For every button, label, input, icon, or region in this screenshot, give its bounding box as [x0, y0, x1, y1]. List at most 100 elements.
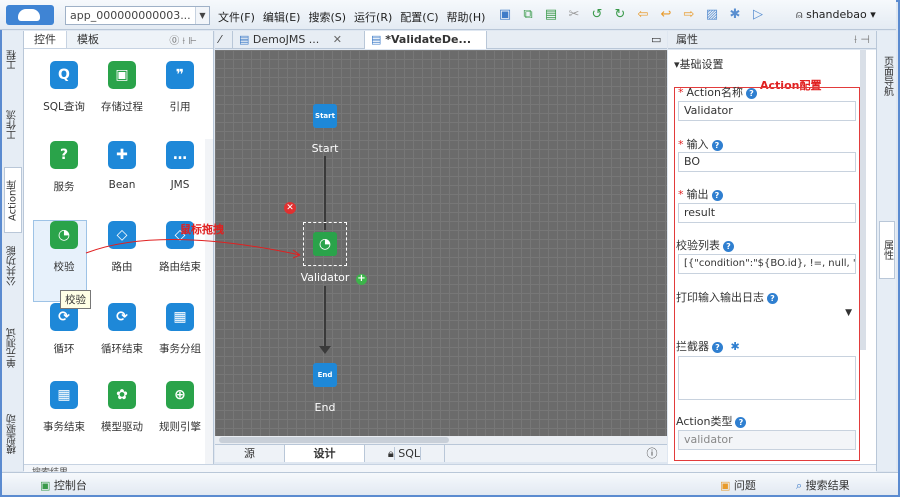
menu-file[interactable]: 文件(F): [218, 9, 255, 25]
help-icon[interactable]: ?: [711, 140, 723, 151]
close-icon[interactable]: ✕: [333, 33, 342, 46]
rtab-properties[interactable]: 属性: [879, 221, 895, 279]
edge-validator-end[interactable]: [324, 286, 326, 352]
help-icon[interactable]: ?: [711, 190, 723, 201]
design-canvas[interactable]: Start Start ◔ Validator End End: [215, 50, 667, 436]
rtab-page-nav[interactable]: 页面导航: [879, 41, 895, 111]
file-icon: ▤: [239, 33, 250, 46]
chevron-down-icon[interactable]: ▼: [195, 7, 209, 24]
save-icon[interactable]: ▣: [497, 7, 513, 23]
tab-scroll-left-icon[interactable]: ⁄: [215, 31, 233, 49]
problems-button[interactable]: ▣ 问题: [720, 477, 756, 493]
palette-item-label: 循环结束: [101, 343, 143, 355]
palette-item[interactable]: Q SQL查询: [34, 61, 94, 141]
interceptor-textarea[interactable]: [678, 356, 856, 400]
palette-item[interactable]: ✿ 模型驱动: [92, 381, 152, 461]
user-menu[interactable]: ⍝ shandebao ▾: [796, 8, 876, 22]
help-icon[interactable]: ?: [723, 241, 734, 252]
app-selector[interactable]: app_000000000003... ▼: [65, 6, 210, 25]
menu-help[interactable]: 帮助(H): [447, 9, 486, 25]
back-icon[interactable]: ⇦: [635, 7, 651, 23]
add-connection-icon[interactable]: +: [356, 274, 367, 285]
tab-validatedemo[interactable]: ▤ *ValidateDe... ✕: [365, 31, 487, 64]
palette-item[interactable]: ▣ 存储过程: [92, 61, 152, 141]
vtab-unit-test[interactable]: 单元测试: [4, 313, 22, 383]
validator-node[interactable]: ◔: [313, 232, 337, 256]
image-icon[interactable]: ▨: [704, 7, 720, 23]
palette-item-icon: ✚: [108, 141, 136, 169]
palette-item[interactable]: ▦ 事务分组: [150, 303, 210, 383]
palette-item[interactable]: ⊕ 规则引擎: [150, 381, 210, 461]
help-icon[interactable]: ⓘ: [637, 445, 667, 462]
paste-icon[interactable]: ▤: [543, 7, 559, 23]
vtab-model-driven[interactable]: 模型驱动: [4, 399, 22, 469]
tab-source[interactable]: 源: [215, 445, 285, 462]
palette-item[interactable]: ✚ Bean: [92, 141, 152, 221]
log-select[interactable]: ▼: [676, 308, 858, 322]
output-field[interactable]: result: [678, 203, 856, 223]
return-icon[interactable]: ↩: [658, 7, 674, 23]
forward-icon[interactable]: ⇨: [681, 7, 697, 23]
end-node[interactable]: End: [313, 363, 337, 387]
help-icon[interactable]: ?: [735, 417, 747, 428]
palette-item-label: 循环: [53, 343, 75, 355]
undo-icon[interactable]: ↺: [589, 7, 605, 23]
palette-item[interactable]: ◇ 路由: [92, 221, 152, 301]
palette-item[interactable]: ⟳ 循环结束: [92, 303, 152, 383]
group-basic-settings[interactable]: ▾基础设置: [674, 56, 724, 72]
bug-icon[interactable]: ✱: [731, 340, 740, 353]
input-field[interactable]: BO: [678, 152, 856, 172]
copy-icon[interactable]: ⧉: [520, 7, 536, 23]
label-text: 拦截器: [676, 340, 709, 353]
palette-scrollbar[interactable]: [205, 139, 213, 469]
search-results-strip[interactable]: 搜索结果: [24, 464, 876, 472]
editor-bottom-tabs: 源 设计 🔒︎ SQL ⓘ: [215, 444, 667, 462]
palette-item[interactable]: ❞ 引用: [150, 61, 210, 141]
palette-item[interactable]: … JMS: [150, 141, 210, 221]
console-button[interactable]: ▣ 控制台: [40, 477, 87, 493]
validator-icon: ◔: [318, 236, 332, 252]
palette-item[interactable]: ? 服务: [34, 141, 94, 221]
palette-item-icon: ❞: [166, 61, 194, 89]
vtab-action-lib[interactable]: Action库: [4, 167, 22, 233]
cut-icon[interactable]: ✂: [566, 7, 582, 23]
edge-start-validator[interactable]: [324, 156, 326, 230]
menu-config[interactable]: 配置(C): [400, 9, 438, 25]
start-node[interactable]: Start: [313, 104, 337, 128]
palette-controls-icon[interactable]: ⓪ ⟊ ⊩: [159, 33, 207, 51]
menu-edit[interactable]: 编辑(E): [263, 9, 301, 25]
vtab-project[interactable]: 工程: [4, 39, 22, 81]
scroll-thumb[interactable]: [219, 437, 449, 443]
lock-icon: 🔒︎: [387, 447, 395, 460]
properties-scrollbar[interactable]: [860, 50, 866, 350]
menu-search[interactable]: 搜索(S): [308, 9, 346, 25]
label-text: Action名称: [686, 86, 743, 99]
debug-bug-icon[interactable]: ✱: [727, 7, 743, 23]
redo-icon[interactable]: ↻: [612, 7, 628, 23]
tab-controls[interactable]: 控件: [24, 31, 67, 48]
tab-demojms[interactable]: ▤ DemoJMS ... ✕: [233, 31, 365, 49]
palette-item[interactable]: ▦ 事务结束: [34, 381, 94, 461]
canvas-hscrollbar[interactable]: [215, 436, 667, 444]
palette-item[interactable]: ⟳ 循环: [34, 303, 94, 383]
delete-node-icon[interactable]: ✕: [284, 202, 296, 214]
chevron-down-icon[interactable]: ▼: [845, 308, 852, 318]
palette-item[interactable]: ◔ 校验: [34, 221, 94, 301]
help-icon[interactable]: ?: [712, 342, 723, 353]
action-name-field[interactable]: Validator: [678, 101, 856, 121]
check-list-field[interactable]: [{"condition":"${BO.id}, !=, null, "…: [678, 254, 856, 274]
tab-templates[interactable]: 模板: [67, 31, 109, 48]
tab-sql[interactable]: 🔒︎ SQL: [365, 445, 445, 462]
search-results-button[interactable]: ⌕ 搜索结果: [796, 477, 850, 493]
maximize-icon[interactable]: ▭: [645, 31, 667, 49]
vtab-workflow[interactable]: 工作流: [4, 97, 22, 153]
pin-icon[interactable]: ⟊ ⊣: [854, 31, 870, 49]
run-play-icon[interactable]: ▷: [750, 7, 766, 23]
menu-run[interactable]: 运行(R): [354, 9, 392, 25]
right-vertical-tabs: 页面导航 属性: [876, 31, 896, 471]
help-icon[interactable]: ?: [767, 293, 778, 304]
vtab-common[interactable]: 公共功能: [4, 236, 22, 296]
tab-design[interactable]: 设计: [285, 445, 365, 462]
palette-item-label: 模型驱动: [101, 421, 143, 433]
help-icon[interactable]: ?: [745, 88, 757, 99]
